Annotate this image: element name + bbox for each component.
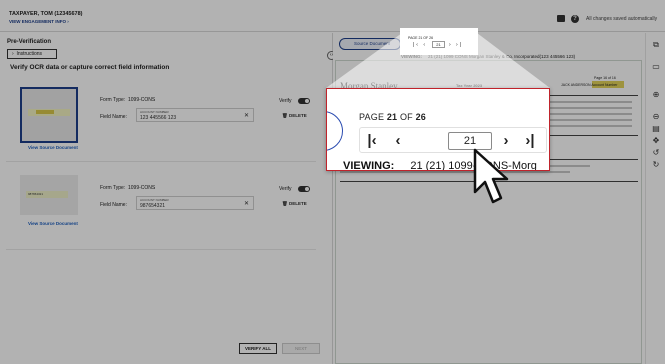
nav-forward-small[interactable]: › ›| (449, 42, 463, 48)
zoom-out-icon[interactable]: ⊖ (652, 113, 660, 121)
document-card: 987654321 View Source Document Form Type… (6, 175, 316, 250)
panel-title: Pre-Verification (7, 39, 52, 45)
comment-icon[interactable]: ▭ (652, 63, 660, 71)
next-button[interactable]: NEXT (282, 343, 320, 354)
text-line (536, 125, 632, 127)
page-input-small-highlight[interactable]: 21 (432, 41, 445, 48)
pre-verification-panel: Pre-Verification › Instructions Verify O… (0, 33, 332, 364)
thumbnail-highlight (36, 110, 54, 114)
text-line (340, 171, 570, 173)
last-page-icon[interactable]: ›| (522, 132, 538, 150)
clear-icon[interactable]: ✕ (244, 200, 249, 207)
view-source-link[interactable]: View Source Document (28, 145, 78, 150)
source-pill-edge (327, 111, 343, 151)
view-engagement-link[interactable]: VIEW ENGAGEMENT INFO › (9, 19, 69, 24)
verify-label: Verify (279, 98, 292, 104)
verify-all-button[interactable]: VERIFY ALL (239, 343, 277, 354)
nav-back-small[interactable]: |‹ ‹ (413, 42, 427, 48)
zoom-in-icon[interactable]: ⊕ (652, 91, 660, 99)
trash-icon: 🗑 (282, 201, 288, 206)
verify-toggle[interactable] (298, 98, 310, 104)
delete-button[interactable]: 🗑 DELETE (282, 201, 307, 207)
top-bar: TAXPAYER, TOM (12345678) VIEW ENGAGEMENT… (0, 0, 665, 32)
form-type: Form Type: 1099-CONS (100, 97, 156, 103)
field-value[interactable]: 987654321 (140, 203, 165, 209)
field-value[interactable]: 123 445566 123 (140, 115, 176, 121)
help-icon[interactable]: ? (571, 15, 579, 23)
page-label-small-highlight: PAGE 21 OF 26 (408, 36, 434, 40)
mouse-cursor-icon (473, 148, 509, 204)
rotate-right-icon[interactable]: ↻ (652, 161, 660, 169)
form-type: Form Type: 1099-CONS (100, 185, 156, 191)
rotate-left-icon[interactable]: ↺ (652, 149, 660, 157)
fit-page-icon[interactable]: ▤ (652, 125, 660, 133)
pan-icon[interactable]: ✥ (652, 137, 660, 145)
open-external-icon[interactable]: ⧉ (652, 41, 660, 49)
field-name-label: Field Name: (100, 114, 127, 120)
document-account-label: JACK ANDERSON Account Number (561, 83, 618, 87)
source-document-pill[interactable]: Source Document (339, 38, 401, 50)
page-indicator: PAGE 21 OF 26 (359, 112, 426, 122)
ocr-heading: Verify OCR data or capture correct field… (10, 64, 170, 71)
page-navigator-highlight: PAGE 21 OF 26 |‹ ‹ 21 › ›| (400, 33, 478, 55)
verify-label: Verify (279, 186, 292, 192)
account-number-field[interactable]: ACCOUNT NUMBER 987654321 ✕ (136, 196, 254, 210)
delete-button[interactable]: 🗑 DELETE (282, 113, 307, 119)
taxpayer-name: TAXPAYER, TOM (12345678) (9, 11, 83, 17)
text-line (536, 101, 632, 103)
clear-icon[interactable]: ✕ (244, 112, 249, 119)
account-number-field[interactable]: ACCOUNT NUMBER 123 445566 123 ✕ (136, 108, 254, 122)
source-thumbnail[interactable]: 987654321 (20, 175, 78, 215)
page-nav-bar: |‹ ‹ 21 › ›| (359, 127, 547, 153)
field-name-label: Field Name: (100, 202, 127, 208)
field-caption: ACCOUNT NUMBER (140, 198, 169, 202)
text-line (536, 113, 632, 115)
trash-icon: 🗑 (282, 113, 288, 118)
verify-toggle[interactable] (298, 186, 310, 192)
view-source-link[interactable]: View Source Document (28, 221, 78, 226)
instructions-button[interactable]: › Instructions (7, 49, 57, 59)
text-line (536, 107, 632, 109)
document-page-of: Page 16 of 16 (594, 76, 616, 80)
chat-icon[interactable] (557, 15, 565, 22)
field-caption: ACCOUNT NUMBER (140, 110, 169, 114)
source-thumbnail[interactable] (20, 87, 78, 143)
first-page-icon[interactable]: |‹ (364, 132, 380, 150)
prev-page-icon[interactable]: ‹ (390, 132, 406, 150)
instructions-label: Instructions (16, 51, 43, 57)
right-toolbar: ⧉ ▭ ⊕ ⊖ ▤ ✥ ↺ ↻ (645, 33, 665, 364)
document-card: View Source Document Form Type: 1099-CON… (6, 87, 316, 162)
thumbnail-snippet: 987654321 (26, 191, 68, 198)
save-status: All changes saved automatically (586, 16, 658, 22)
text-line (536, 119, 632, 121)
